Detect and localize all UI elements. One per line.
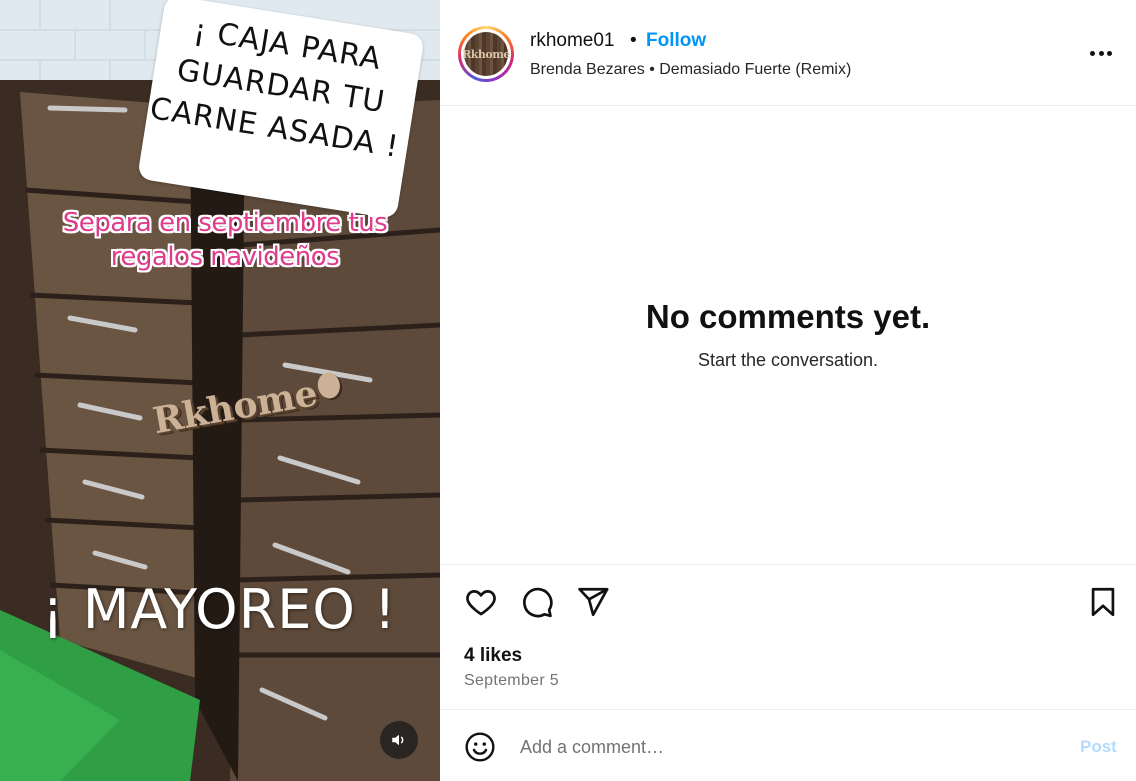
avatar: Rkhome bbox=[462, 32, 510, 76]
avatar-label: Rkhome bbox=[462, 47, 510, 61]
audio-track[interactable]: Demasiado Fuerte (Remix) bbox=[659, 61, 851, 78]
promo-line: regalos navideños bbox=[110, 242, 340, 272]
post-details-panel: Rkhome rkhome01 • Follow Brenda Bezares … bbox=[440, 0, 1136, 781]
more-options-icon[interactable] bbox=[1086, 40, 1116, 66]
comment-bubble-icon bbox=[523, 587, 553, 618]
likes-count[interactable]: 4 likes bbox=[464, 645, 522, 667]
audio-separator: • bbox=[649, 61, 655, 78]
comment-composer: Post bbox=[440, 709, 1136, 781]
share-button[interactable] bbox=[576, 585, 610, 624]
promo-text: Separa en septiembre tus regalos navideñ… bbox=[20, 206, 430, 274]
post-comment-button[interactable]: Post bbox=[1080, 737, 1117, 757]
empty-comments-subtitle: Start the conversation. bbox=[697, 350, 879, 370]
emoji-button[interactable] bbox=[464, 731, 496, 768]
comment-input[interactable] bbox=[520, 732, 1060, 762]
comment-button[interactable] bbox=[520, 585, 554, 624]
post-actions: 4 likes September 5 bbox=[440, 564, 1136, 709]
paper-plane-icon bbox=[578, 587, 609, 617]
sound-toggle-button[interactable] bbox=[380, 721, 418, 759]
audio-attribution[interactable]: Brenda Bezares • Demasiado Fuerte (Remix… bbox=[530, 61, 851, 79]
like-button[interactable] bbox=[464, 585, 498, 624]
empty-comments-title: No comments yet. bbox=[645, 298, 931, 335]
post-date[interactable]: September 5 bbox=[464, 672, 559, 690]
comments-section[interactable]: No comments yet. Start the conversation. bbox=[440, 106, 1136, 564]
save-button[interactable] bbox=[1086, 585, 1120, 624]
username-link[interactable]: rkhome01 bbox=[530, 30, 615, 52]
headline-text: ¡ MAYOREO ! bbox=[42, 578, 397, 641]
story-ring[interactable]: Rkhome bbox=[458, 26, 514, 82]
speaker-icon bbox=[392, 734, 404, 746]
separator-dot: • bbox=[630, 30, 637, 51]
heart-icon bbox=[466, 590, 496, 616]
audio-artist[interactable]: Brenda Bezares bbox=[530, 61, 645, 78]
bookmark-icon bbox=[1091, 587, 1115, 617]
post-header: Rkhome rkhome01 • Follow Brenda Bezares … bbox=[440, 0, 1136, 106]
follow-button[interactable]: Follow bbox=[646, 30, 706, 52]
brand-logo-mark bbox=[315, 370, 342, 401]
post-media[interactable]: ¡ CAJA PARA GUARDAR TU CARNE ASADA ! Sep… bbox=[0, 0, 440, 781]
emoji-icon bbox=[465, 732, 495, 762]
promo-line: Separa en septiembre tus bbox=[62, 208, 388, 238]
